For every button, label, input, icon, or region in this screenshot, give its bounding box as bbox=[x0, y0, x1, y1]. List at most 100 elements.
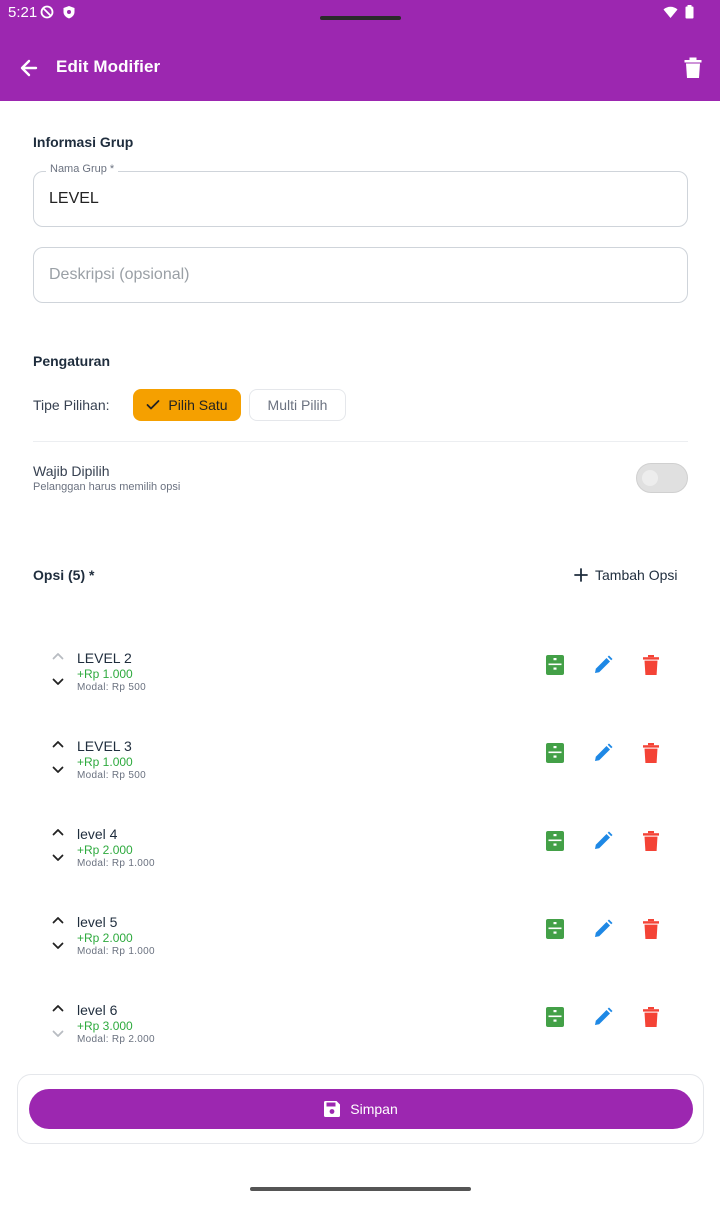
option-name: LEVEL 2 bbox=[77, 650, 132, 666]
edit-button[interactable] bbox=[592, 654, 614, 676]
group-name-field[interactable]: Nama Grup * bbox=[33, 163, 688, 227]
pencil-icon bbox=[595, 831, 613, 849]
option-row: level 6 +Rp 3.000 Modal: Rp 2.000 bbox=[33, 1002, 688, 1062]
option-price: +Rp 2.000 bbox=[77, 843, 133, 857]
save-button[interactable]: Simpan bbox=[29, 1089, 693, 1129]
notch-indicator bbox=[320, 16, 401, 20]
stock-button[interactable] bbox=[544, 654, 566, 676]
pencil-icon bbox=[595, 919, 613, 937]
stock-button[interactable] bbox=[544, 918, 566, 940]
back-button[interactable] bbox=[16, 55, 42, 81]
edit-button[interactable] bbox=[592, 1006, 614, 1028]
status-time: 5:21 bbox=[8, 4, 38, 21]
option-price: +Rp 3.000 bbox=[77, 1019, 133, 1033]
choice-type-label: Tipe Pilihan: bbox=[33, 397, 110, 413]
chevron-up-icon bbox=[52, 1005, 64, 1012]
inventory-icon bbox=[546, 1007, 564, 1027]
save-card: Simpan bbox=[17, 1074, 704, 1144]
option-row: level 4 +Rp 2.000 Modal: Rp 1.000 bbox=[33, 826, 688, 886]
stock-button[interactable] bbox=[544, 830, 566, 852]
delete-group-button[interactable] bbox=[680, 55, 706, 81]
chevron-down-icon bbox=[52, 942, 64, 949]
trash-icon bbox=[643, 831, 659, 851]
multi-choice-chip[interactable]: Multi Pilih bbox=[249, 389, 346, 421]
shield-icon bbox=[62, 5, 76, 19]
move-down-button[interactable] bbox=[50, 764, 66, 776]
options-title: Opsi (5) * bbox=[33, 567, 95, 583]
group-name-input[interactable] bbox=[49, 190, 649, 208]
delete-option-button[interactable] bbox=[640, 1006, 662, 1028]
single-choice-label: Pilih Satu bbox=[168, 397, 228, 413]
delete-option-button[interactable] bbox=[640, 918, 662, 940]
option-row: LEVEL 2 +Rp 1.000 Modal: Rp 500 bbox=[33, 650, 688, 710]
move-down-button[interactable] bbox=[50, 852, 66, 864]
add-option-label: Tambah Opsi bbox=[595, 567, 678, 583]
stock-button[interactable] bbox=[544, 1006, 566, 1028]
trash-icon bbox=[684, 57, 702, 78]
required-subtitle: Pelanggan harus memilih opsi bbox=[33, 481, 181, 493]
delete-option-button[interactable] bbox=[640, 654, 662, 676]
move-down-button[interactable] bbox=[50, 676, 66, 688]
app-bar: Edit Modifier bbox=[0, 28, 720, 101]
option-cost: Modal: Rp 1.000 bbox=[77, 946, 155, 957]
move-up-button[interactable] bbox=[50, 914, 66, 926]
do-not-disturb-icon bbox=[40, 5, 54, 19]
chevron-down-icon bbox=[52, 678, 64, 685]
inventory-icon bbox=[546, 743, 564, 763]
single-choice-chip[interactable]: Pilih Satu bbox=[133, 389, 241, 421]
option-name: level 6 bbox=[77, 1002, 118, 1018]
move-up-button[interactable] bbox=[50, 650, 66, 662]
option-cost: Modal: Rp 2.000 bbox=[77, 1034, 155, 1045]
chevron-up-icon bbox=[52, 829, 64, 836]
add-option-button[interactable]: Tambah Opsi bbox=[574, 567, 677, 583]
home-indicator bbox=[250, 1187, 471, 1191]
status-bar: 5:21 bbox=[0, 0, 720, 28]
trash-icon bbox=[643, 743, 659, 763]
battery-icon bbox=[685, 5, 694, 19]
option-cost: Modal: Rp 1.000 bbox=[77, 858, 155, 869]
pencil-icon bbox=[595, 1007, 613, 1025]
chevron-up-icon bbox=[52, 653, 64, 660]
option-row: LEVEL 3 +Rp 1.000 Modal: Rp 500 bbox=[33, 738, 688, 798]
plus-icon bbox=[574, 568, 588, 582]
option-cost: Modal: Rp 500 bbox=[77, 770, 146, 781]
toggle-knob bbox=[642, 470, 658, 486]
edit-button[interactable] bbox=[592, 742, 614, 764]
option-price: +Rp 1.000 bbox=[77, 755, 133, 769]
multi-choice-label: Multi Pilih bbox=[267, 397, 328, 413]
move-up-button[interactable] bbox=[50, 826, 66, 838]
edit-button[interactable] bbox=[592, 830, 614, 852]
required-title: Wajib Dipilih bbox=[33, 463, 110, 479]
option-name: level 4 bbox=[77, 826, 118, 842]
trash-icon bbox=[643, 1007, 659, 1027]
arrow-left-icon bbox=[20, 59, 38, 77]
move-down-button[interactable] bbox=[50, 1028, 66, 1040]
option-cost: Modal: Rp 500 bbox=[77, 682, 146, 693]
move-up-button[interactable] bbox=[50, 738, 66, 750]
option-price: +Rp 2.000 bbox=[77, 931, 133, 945]
save-label: Simpan bbox=[350, 1101, 398, 1117]
chevron-up-icon bbox=[52, 917, 64, 924]
move-down-button[interactable] bbox=[50, 940, 66, 952]
option-price: +Rp 1.000 bbox=[77, 667, 133, 681]
edit-button[interactable] bbox=[592, 918, 614, 940]
required-toggle[interactable] bbox=[636, 463, 688, 493]
option-name: level 5 bbox=[77, 914, 118, 930]
wifi-icon bbox=[663, 5, 678, 19]
save-icon bbox=[324, 1101, 341, 1117]
option-row: level 5 +Rp 2.000 Modal: Rp 1.000 bbox=[33, 914, 688, 974]
chevron-down-icon bbox=[52, 766, 64, 773]
page-title: Edit Modifier bbox=[56, 57, 161, 76]
description-input[interactable] bbox=[49, 266, 649, 284]
move-up-button[interactable] bbox=[50, 1002, 66, 1014]
pencil-icon bbox=[595, 743, 613, 761]
delete-option-button[interactable] bbox=[640, 742, 662, 764]
check-icon bbox=[147, 400, 160, 410]
delete-option-button[interactable] bbox=[640, 830, 662, 852]
description-field[interactable] bbox=[33, 247, 688, 303]
option-name: LEVEL 3 bbox=[77, 738, 132, 754]
settings-title: Pengaturan bbox=[33, 353, 111, 369]
stock-button[interactable] bbox=[544, 742, 566, 764]
inventory-icon bbox=[546, 919, 564, 939]
inventory-icon bbox=[546, 831, 564, 851]
